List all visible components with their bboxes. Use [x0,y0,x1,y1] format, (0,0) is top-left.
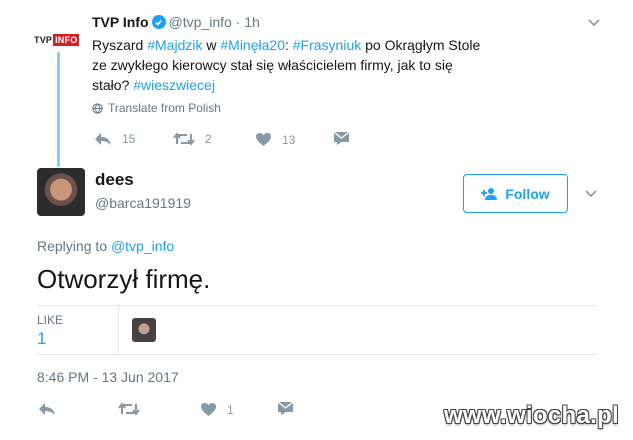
retweet-icon [173,132,195,146]
heart-icon [256,133,271,146]
parent-retweet-button[interactable]: 2 [173,132,212,146]
hashtag-link[interactable]: #Frasyniuk [293,37,361,53]
retweet-button[interactable] [118,402,140,416]
globe-icon [92,102,103,114]
parent-reply-button[interactable]: 15 [94,132,135,146]
replying-to: Replying to @tvp_info [37,238,174,254]
verified-badge-icon [151,15,166,29]
parent-tweet-header: TVP Info @tvp_info · 1h [92,14,260,30]
parent-dm-button[interactable] [333,131,350,146]
tweet-text-segment: : [284,37,293,53]
reply-author-name[interactable]: dees [95,170,134,190]
parent-like-count: 13 [282,132,296,147]
parent-retweet-count: 2 [205,132,212,146]
hashtag-link[interactable]: #wieszwiecej [133,77,215,93]
reply-author-avatar[interactable] [37,168,85,216]
logo-text-tvp: TVP [34,35,53,45]
tweet-text-segment: Ryszard [92,37,148,53]
tvp-info-avatar[interactable]: TVP INFO [34,30,82,50]
reply-icon [95,133,111,145]
parent-author-name[interactable]: TVP Info [92,14,149,30]
hashtag-link[interactable]: #Minęła20 [220,37,285,53]
reply-author-handle[interactable]: @barca191919 [95,195,191,211]
tweet-text-segment: w [202,37,221,53]
translate-link[interactable]: Translate from Polish [92,101,221,115]
follow-label: Follow [505,185,550,202]
direct-message-icon [333,131,350,145]
parent-author-handle[interactable]: @tvp_info · 1h [169,14,260,30]
reply-button[interactable] [38,402,56,416]
divider [37,305,597,306]
translate-label: Translate from Polish [108,101,221,115]
likes-label: LIKE [37,313,64,327]
reply-chevron-down-icon[interactable] [584,189,598,199]
add-user-icon [481,187,498,200]
thread-line [57,52,60,167]
replying-to-link[interactable]: @tvp_info [111,238,174,254]
tweet-timestamp[interactable]: 8:46 PM - 13 Jun 2017 [37,369,179,385]
like-button[interactable]: 1 [200,402,234,417]
liker-avatar[interactable] [132,318,156,342]
stats-separator [118,305,119,355]
logo-text-info: INFO [53,34,80,46]
divider [37,354,597,355]
hashtag-link[interactable]: #Majdzik [147,37,202,53]
parent-like-button[interactable]: 13 [255,132,295,147]
parent-reply-count: 15 [122,132,136,146]
replying-prefix: Replying to [37,238,111,254]
parent-chevron-down-icon[interactable] [587,18,601,28]
follow-button[interactable]: Follow [463,174,568,213]
direct-message-icon [277,401,294,415]
reply-tweet-text: Otworzył firmę. [37,264,211,294]
heart-icon [201,403,216,416]
dm-button[interactable] [277,401,294,416]
likes-count[interactable]: 1 [37,329,46,349]
retweet-icon [118,402,140,416]
parent-tweet-text: Ryszard #Majdzik w #Minęła20: #Frasyniuk… [92,35,492,95]
site-watermark: www.wiocha.pl [443,402,619,429]
reply-icon [39,403,55,415]
like-count: 1 [227,402,234,417]
